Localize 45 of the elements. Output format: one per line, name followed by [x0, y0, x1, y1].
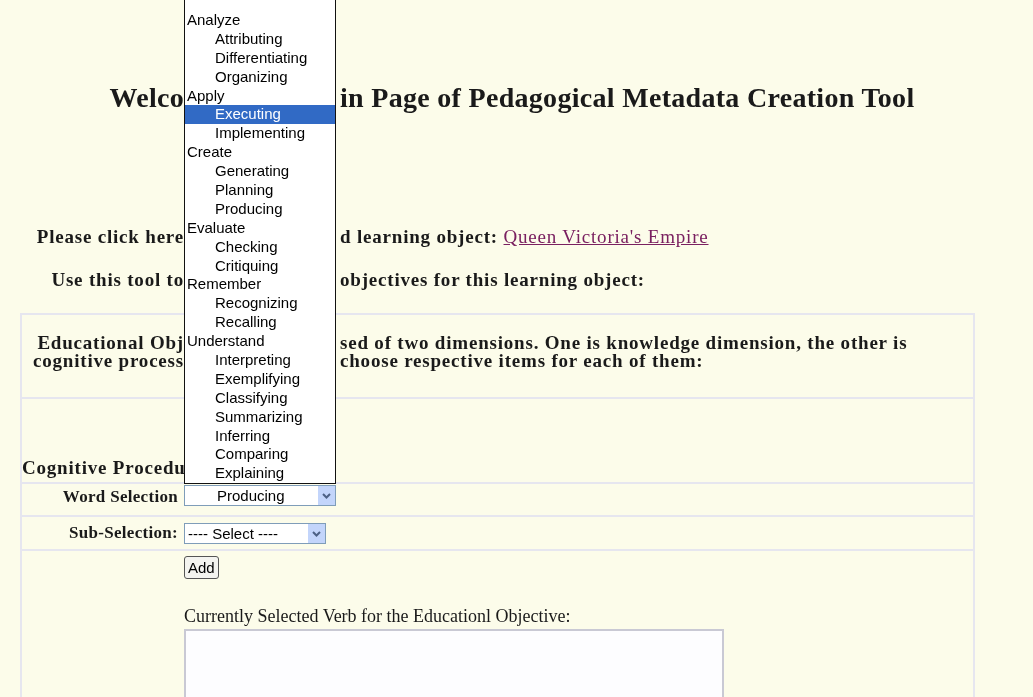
learning-object-link[interactable]: Queen Victoria's Empire — [503, 226, 709, 247]
intro-text: Please click here — [36, 226, 184, 248]
dropdown-option[interactable]: Recognizing — [185, 294, 335, 314]
description-text: cognitive process — [33, 352, 184, 370]
description-text: sed of two dimensions. One is knowledge dimension, the other is — [339, 334, 909, 352]
option-group-label: Evaluate — [186, 218, 247, 238]
option-group-label: Remember — [186, 275, 263, 295]
chevron-down-icon — [318, 486, 335, 505]
sub-select[interactable]: ---- Select ---- — [184, 522, 326, 544]
dropdown-option[interactable]: Exemplifying — [185, 369, 335, 389]
option-group-label: Apply — [186, 86, 226, 106]
dropdown-option[interactable]: Inferring — [185, 426, 335, 446]
description-text: Educational Obj — [37, 334, 184, 352]
option-group-label: Create — [186, 143, 234, 163]
field-label: Word Selection — [62, 486, 179, 507]
description-text: choose respective items for each of them: — [339, 352, 705, 370]
instruction-text: Use this tool to — [51, 269, 184, 291]
dropdown-option[interactable]: Checking — [185, 237, 335, 257]
dropdown-option[interactable]: Comparing — [185, 445, 335, 465]
option-group-label: Analyze — [186, 11, 242, 30]
field-label: Currently Selected Verb for the Educationl Objective: — [184, 606, 571, 627]
dropdown-option[interactable]: Planning — [185, 181, 335, 200]
word-select[interactable]: Producing — [184, 485, 336, 506]
dropdown-option[interactable]: Critiquing — [185, 256, 335, 276]
dropdown-option[interactable]: Classifying — [185, 388, 335, 408]
dropdown-option[interactable]: Attributing — [185, 29, 335, 49]
dropdown-option[interactable]: Implementing — [185, 124, 335, 144]
dropdown-option[interactable]: Generating — [185, 162, 335, 181]
page-title: Welco — [109, 82, 184, 114]
dropdown-option[interactable]: Differentiating — [185, 48, 335, 68]
dropdown-option[interactable]: Explaining — [185, 464, 335, 484]
page-title: in Page of Pedagogical Metadata Creation Tool — [339, 82, 916, 114]
dropdown-option[interactable]: Interpreting — [185, 351, 335, 370]
dropdown-option[interactable]: Recalling — [185, 313, 335, 333]
section-label: Cognitive Procedu — [22, 457, 186, 479]
dropdown-option[interactable]: Producing — [185, 199, 335, 219]
intro-text: d learning object: — [340, 226, 498, 247]
field-label: Sub-Selection: — [68, 523, 179, 543]
option-group-label: Understand — [186, 332, 266, 352]
add-button[interactable]: Add — [184, 556, 219, 579]
chevron-down-icon — [308, 523, 325, 543]
instruction-text: objectives for this learning object: — [339, 269, 646, 291]
dropdown-option[interactable]: Organizing — [185, 67, 335, 87]
dropdown-option[interactable]: Executing — [185, 105, 335, 125]
dropdown-option[interactable]: Summarizing — [185, 407, 335, 427]
